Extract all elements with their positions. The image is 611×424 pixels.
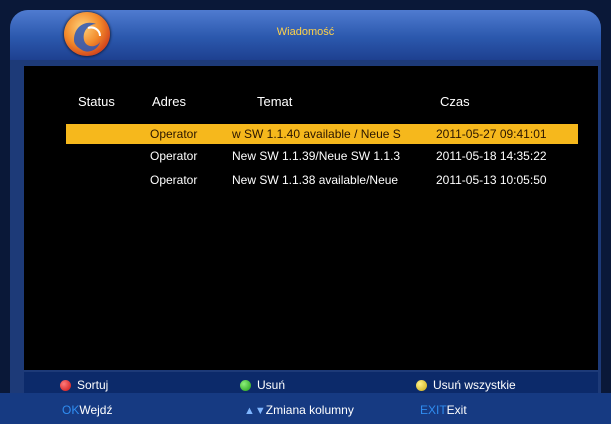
change-column-label: Zmiana kolumny [265,403,354,417]
delete-all-button[interactable]: Usuń wszystkie [416,378,516,392]
address-cell: Operator [150,173,198,187]
title-bar: Wiadomość [10,10,601,60]
delete-label: Usuń [257,378,286,392]
time-cell: 2011-05-18 14:35:22 [436,149,547,163]
delete-button[interactable]: Usuń [240,378,285,392]
tv-frame: Wiadomość Status Adres Temat Czas Operat… [10,10,601,424]
time-cell: 2011-05-13 10:05:50 [436,173,547,187]
exit-hint[interactable]: EXITExit [420,403,467,417]
subject-cell: w SW 1.1.40 available / Neue S [232,127,401,141]
ok-label: Wejdź [79,403,113,417]
ok-enter-hint[interactable]: OKWejdź [62,403,112,417]
address-cell: Operator [150,127,198,141]
up-down-arrows-icon: ▲▼ [244,405,266,417]
column-header-time[interactable]: Czas [440,94,470,109]
message-list-panel: Status Adres Temat Czas Operator w SW 1.… [24,66,598,370]
change-column-hint[interactable]: ▲▼Zmiana kolumny [244,403,354,417]
column-header-address[interactable]: Adres [152,94,186,109]
delete-all-label: Usuń wszystkie [433,378,516,392]
exit-key: EXIT [420,403,447,417]
message-row[interactable]: Operator New SW 1.1.38 available/Neue 20… [66,170,578,190]
red-button-icon [60,380,71,391]
navigation-hint-bar: OKWejdź ▲▼Zmiana kolumny EXITExit [0,393,611,424]
window-title: Wiadomość [276,26,335,38]
address-cell: Operator [150,149,198,163]
yellow-button-icon [416,380,427,391]
column-header-subject[interactable]: Temat [257,94,292,109]
sort-label: Sortuj [77,378,109,392]
message-row[interactable]: Operator New SW 1.1.39/Neue SW 1.1.3 201… [66,146,578,166]
sort-button[interactable]: Sortuj [60,378,108,392]
time-cell: 2011-05-27 09:41:01 [436,127,547,141]
message-row[interactable]: Operator w SW 1.1.40 available / Neue S … [66,124,578,144]
ok-key: OK [62,403,80,417]
green-button-icon [240,380,251,391]
column-header-status[interactable]: Status [78,94,115,109]
exit-label: Exit [446,403,467,417]
subject-cell: New SW 1.1.39/Neue SW 1.1.3 [232,149,401,163]
subject-cell: New SW 1.1.38 available/Neue [232,173,399,187]
